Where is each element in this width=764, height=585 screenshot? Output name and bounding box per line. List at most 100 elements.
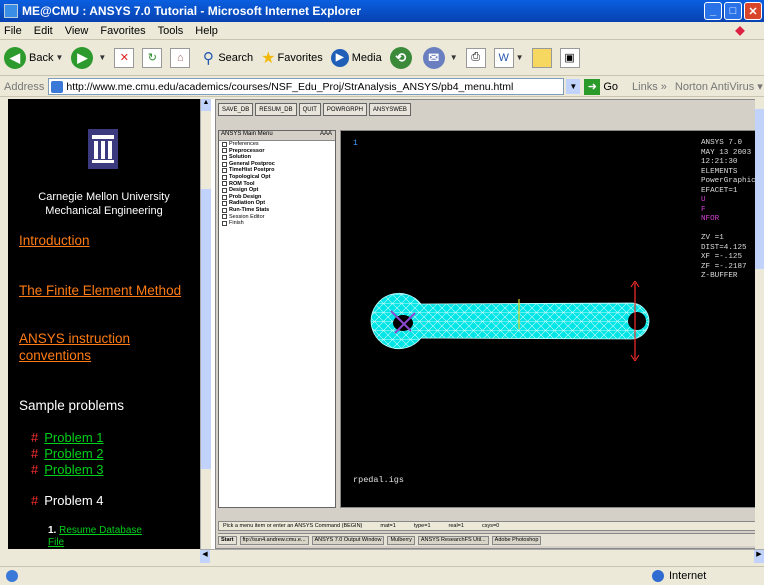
go-button[interactable]: ➜ Go	[584, 78, 619, 95]
problem-2-link[interactable]: Problem 2	[44, 446, 103, 461]
menu-tools[interactable]: Tools	[158, 25, 184, 37]
scroll-right-icon[interactable]: ▶	[754, 550, 764, 563]
edit-button[interactable]: W ▼	[493, 47, 524, 68]
page-icon	[51, 80, 64, 93]
ansys-menu-item: Finish	[219, 220, 335, 227]
ansys-legend-line: XF =-.125	[701, 253, 743, 261]
content-frame: SAVE_DB RESUM_DB QUIT POWRGRPH ANSYSWEB …	[211, 99, 757, 549]
back-button[interactable]: ◀ Back ▼	[4, 46, 63, 69]
step-1-item: 1. Resume Database	[48, 525, 142, 536]
bullet-hash: #	[31, 446, 39, 461]
ansys-graphics-window: 1 ANSYS 7.0 MAY 13 2003 12:21:30 ELEMENTS Po…	[340, 130, 757, 508]
step-1-link[interactable]: Resume Database	[59, 525, 142, 536]
menu-edit[interactable]: Edit	[34, 25, 53, 37]
internet-globe-icon	[652, 570, 664, 582]
ansys-status-bar: Pick a menu item or enter an ANSYS Comma…	[218, 521, 757, 531]
mail-button[interactable]: ✉ ▼	[422, 46, 458, 69]
ansys-menu-list: Preferences Preprocessor Solution General P…	[219, 141, 335, 227]
ansys-menu-item: TimeHist Postpro	[219, 167, 335, 174]
ansys-menu-item: Preferences	[219, 141, 335, 148]
expand-box-icon	[222, 207, 227, 213]
menu-file[interactable]: File	[4, 25, 22, 37]
cmu-logo-icon	[88, 129, 118, 169]
address-url: http://www.me.cmu.edu/academics/courses/…	[66, 80, 514, 93]
content-frame-scrollbar[interactable]	[755, 99, 764, 549]
pedal-mesh-model	[370, 281, 650, 361]
department-name: Mechanical Engineering	[45, 205, 163, 217]
go-arrow-icon: ➜	[584, 78, 601, 95]
ansys-legend-line	[701, 225, 757, 235]
menu-help[interactable]: Help	[195, 25, 218, 37]
print-button[interactable]: ⎙	[465, 47, 486, 68]
bullet-hash: #	[31, 493, 39, 508]
expand-box-icon	[222, 161, 227, 167]
media-icon: ▶	[330, 48, 349, 67]
scroll-thumb[interactable]	[201, 189, 211, 469]
messenger-button[interactable]: ▣	[559, 47, 580, 68]
problem-1-item: # Problem 1	[31, 430, 103, 445]
ansys-legend-text: ANSYS 7.0 MAY 13 2003 12:21:30 ELEMENTS Powe…	[701, 139, 757, 282]
expand-box-icon	[222, 174, 227, 180]
close-button[interactable]: ✕	[744, 2, 762, 20]
problem-3-item: # Problem 3	[31, 462, 103, 477]
scroll-up-icon[interactable]: ▲	[201, 99, 211, 111]
ansys-menu-item-label: Preferences	[229, 141, 259, 147]
problem-1-link[interactable]: Problem 1	[44, 430, 103, 445]
ansys-menu-item-label: Preprocessor	[229, 147, 265, 154]
problem-3-link[interactable]: Problem 3	[44, 462, 103, 477]
search-button[interactable]: ⚲ Search	[198, 48, 253, 68]
menu-favorites[interactable]: Favorites	[100, 25, 145, 37]
ansys-menu-item-label: Finish	[229, 220, 244, 227]
favorites-button[interactable]: ★ Favorites	[261, 48, 323, 68]
media-button[interactable]: ▶ Media	[330, 48, 382, 67]
expand-box-icon	[222, 187, 227, 193]
home-button[interactable]: ⌂	[170, 47, 191, 68]
refresh-button[interactable]: ↻	[142, 47, 163, 68]
address-input[interactable]: http://www.me.cmu.edu/academics/courses/…	[48, 78, 565, 95]
links-button[interactable]: Links »	[632, 81, 667, 93]
scroll-left-icon[interactable]: ◀	[200, 550, 210, 563]
nav-finite-element-method[interactable]: The Finite Element Method	[19, 283, 181, 298]
content-scroll-thumb[interactable]	[755, 109, 764, 269]
folder-button[interactable]	[531, 47, 552, 68]
zone-label: Internet	[669, 570, 707, 582]
ansys-resum-db-button: RESUM_DB	[255, 103, 297, 116]
ansys-menu-item-label: General Postproc	[229, 160, 275, 167]
ansys-quit-button: QUIT	[298, 103, 321, 116]
history-button[interactable]: ⟲	[389, 46, 415, 69]
star-icon: ★	[261, 49, 276, 67]
nav-conventions-line2[interactable]: conventions	[19, 348, 91, 363]
word-edit-icon: W	[493, 47, 514, 68]
ansys-menu-item-label: Prob Design	[229, 193, 262, 200]
minimize-button[interactable]: _	[704, 2, 722, 20]
nav-conventions-line1[interactable]: ANSYS instruction	[19, 331, 130, 346]
page-box-icon	[222, 141, 227, 147]
ie-app-icon	[4, 4, 18, 18]
address-label: Address	[4, 80, 45, 93]
ansys-legend-line: Z-BUFFER	[701, 272, 738, 280]
left-frame-scrollbar[interactable]: ▲	[200, 99, 211, 549]
ansys-legend-line: DIST=4.125	[701, 243, 747, 252]
media-label: Media	[351, 51, 382, 64]
address-dropdown[interactable]: ▼	[566, 79, 581, 94]
maximize-button[interactable]: □	[724, 2, 742, 20]
bullet-hash: #	[31, 462, 39, 477]
ansys-save-db-button: SAVE_DB	[218, 103, 254, 116]
ansys-menu-item: General Postproc	[219, 161, 335, 168]
stop-button[interactable]: ✕	[114, 47, 135, 68]
home-icon: ⌂	[170, 47, 191, 68]
menu-view[interactable]: View	[65, 25, 89, 37]
norton-label: Norton AntiVirus	[674, 81, 755, 93]
ansys-powrgrph-button: POWRGRPH	[322, 103, 367, 116]
norton-antivirus[interactable]: Norton AntiVirus ▾	[675, 80, 763, 93]
nav-introduction[interactable]: Introduction	[19, 233, 90, 248]
history-icon: ⟲	[389, 46, 412, 69]
go-label: Go	[603, 80, 619, 93]
horizontal-scrollbar[interactable]: ◀ ▶	[200, 549, 764, 563]
ansys-legend-line: NFOR	[701, 215, 720, 223]
step-1-link-file[interactable]: File	[48, 537, 64, 548]
ansys-menu-item: Radiation Opt	[219, 200, 335, 207]
forward-button[interactable]: ▶ ▼	[71, 46, 106, 69]
ansys-type: type=1	[413, 523, 431, 529]
mail-icon: ✉	[422, 46, 445, 69]
